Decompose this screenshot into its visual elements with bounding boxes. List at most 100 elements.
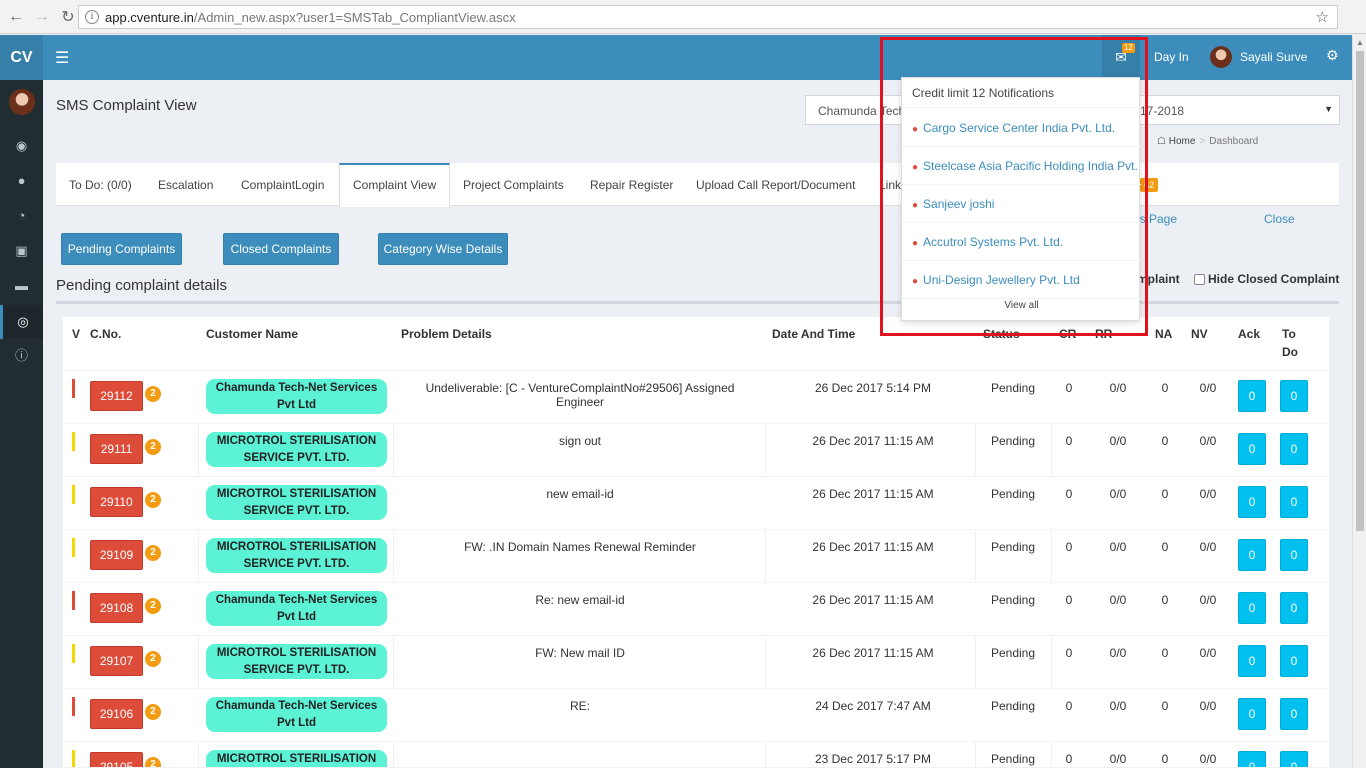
close-link[interactable]: Close [1264, 212, 1295, 226]
tab-repair-register[interactable]: Repair Register [577, 163, 686, 206]
category-wise-details-button[interactable]: Category Wise Details [378, 233, 508, 265]
notification-item[interactable]: ● Accutrol Systems Pvt. Ltd. [902, 223, 1141, 261]
ack-button[interactable]: 0 [1238, 645, 1266, 677]
complaint-number-button[interactable]: 29107 [90, 646, 143, 676]
notification-item[interactable]: ● Uni-Design Jewellery Pvt. Ltd [902, 261, 1141, 299]
ack-button[interactable]: 0 [1238, 380, 1266, 412]
address-bar[interactable]: i app.cventure.in/Admin_new.aspx?user1=S… [78, 5, 1338, 29]
view-all-link[interactable]: View all [902, 300, 1141, 311]
cr-value: 0 [1065, 646, 1073, 660]
todo-button[interactable]: 0 [1280, 698, 1308, 730]
support-icon[interactable]: ◎ [0, 305, 43, 339]
bookmark-star-icon[interactable]: ☆ [1316, 8, 1329, 26]
notification-button[interactable]: ✉ 12 [1102, 35, 1140, 80]
table-row: 29107 2 MICROTROL STERILISATION SERVICE PV… [63, 635, 1329, 688]
na-value: 0 [1161, 593, 1169, 607]
url-path: /Admin_new.aspx?user1=SMSTab_CompliantVi… [193, 9, 516, 25]
todo-button[interactable]: 0 [1280, 645, 1308, 677]
gears-icon[interactable]: ⚙ [1326, 47, 1339, 64]
status-text: Pending [990, 593, 1036, 607]
table-row: 29109 2 MICROTROL STERILISATION SERVICE PV… [63, 529, 1329, 582]
page-link[interactable]: ls Page [1137, 212, 1177, 226]
table-row: 29106 2 Chamunda Tech-Net Services Pvt Ltd… [63, 688, 1329, 741]
card-icon[interactable]: ▬ [0, 276, 43, 296]
col-date: Date And Time [772, 327, 856, 341]
breadcrumb-home[interactable]: Home [1169, 136, 1196, 147]
pie-chart-icon[interactable]: ◔ [0, 206, 43, 226]
complaint-number-button[interactable]: 29105 [90, 752, 143, 767]
status-text: Pending [990, 381, 1036, 395]
reload-icon[interactable]: ↻ [58, 7, 78, 27]
menu-toggle-icon[interactable]: ☰ [55, 48, 69, 68]
customer-name-badge[interactable]: Chamunda Tech-Net Services Pvt Ltd [206, 591, 387, 626]
user-avatar[interactable] [1210, 46, 1232, 68]
nv-value: 0/0 [1199, 646, 1217, 660]
todo-button[interactable]: 0 [1280, 433, 1308, 465]
dashboard-icon[interactable]: ◉ [0, 136, 43, 156]
scroll-up-icon[interactable]: ▲ [1356, 38, 1364, 47]
todo-button[interactable]: 0 [1280, 486, 1308, 518]
col-ack: Ack [1238, 327, 1261, 341]
ack-button[interactable]: 0 [1238, 751, 1266, 767]
back-icon[interactable]: ← [6, 7, 26, 27]
rr-value: 0/0 [1109, 593, 1127, 607]
closed-complaints-button[interactable]: Closed Complaints [223, 233, 339, 265]
col-cno: C.No. [90, 327, 122, 341]
complaint-number-button[interactable]: 29112 [90, 381, 143, 411]
notification-label: Steelcase Asia Pacific Holding India Pvt… [923, 159, 1141, 173]
complaint-number-button[interactable]: 29108 [90, 593, 143, 623]
hide-closed-complaint[interactable]: Hide Closed Complaint [1194, 272, 1339, 286]
ack-button[interactable]: 0 [1238, 698, 1266, 730]
user-name[interactable]: Sayali Surve [1240, 50, 1307, 64]
count-badge: 2 [145, 757, 161, 767]
forward-icon[interactable]: → [32, 7, 52, 27]
complaint-number-button[interactable]: 29111 [90, 434, 143, 464]
notifications-header: Credit limit 12 Notifications [902, 78, 1141, 108]
tab-todo[interactable]: To Do: (0/0) [56, 163, 145, 206]
info-icon[interactable]: i [85, 10, 99, 24]
customer-name-badge[interactable]: MICROTROL STERILISATION [206, 750, 387, 767]
ack-button[interactable]: 0 [1238, 433, 1266, 465]
customer-name-badge[interactable]: MICROTROL STERILISATION SERVICE PVT. LTD… [206, 644, 387, 679]
rr-value: 0/0 [1109, 752, 1127, 766]
app-logo[interactable]: CV [0, 35, 43, 80]
todo-button[interactable]: 0 [1280, 380, 1308, 412]
pending-complaints-button[interactable]: Pending Complaints [61, 233, 182, 265]
complaint-number-button[interactable]: 29109 [90, 540, 143, 570]
page-scrollbar[interactable]: ▲ [1352, 35, 1366, 768]
customer-name-badge[interactable]: MICROTROL STERILISATION SERVICE PVT. LTD… [206, 485, 387, 520]
notification-item[interactable]: ● Sanjeev joshi [902, 185, 1141, 223]
customer-name-badge[interactable]: Chamunda Tech-Net Services Pvt Ltd [206, 379, 387, 414]
todo-button[interactable]: 0 [1280, 539, 1308, 571]
tab-project-complaints[interactable]: Project Complaints [450, 163, 577, 206]
todo-button[interactable]: 0 [1280, 751, 1308, 767]
tab-upload-call-report[interactable]: Upload Call Report/Document [683, 163, 868, 206]
scroll-thumb[interactable] [1356, 51, 1364, 531]
customer-name-badge[interactable]: Chamunda Tech-Net Services Pvt Ltd [206, 697, 387, 732]
info-circle-icon[interactable]: ⓘ [0, 346, 43, 366]
tab-complaint-login[interactable]: ComplaintLogin [228, 163, 337, 206]
todo-button[interactable]: 0 [1280, 592, 1308, 624]
user-icon[interactable]: ● [0, 171, 43, 191]
ack-button[interactable]: 0 [1238, 592, 1266, 624]
status-text: Pending [990, 699, 1036, 713]
day-in-link[interactable]: Day In [1154, 50, 1189, 64]
notification-item[interactable]: ● Cargo Service Center India Pvt. Ltd. [902, 109, 1141, 147]
complaint-number-button[interactable]: 29110 [90, 487, 143, 517]
tab-badge: 62 [1140, 178, 1159, 192]
complaint-number-button[interactable]: 29106 [90, 699, 143, 729]
user-icon: ● [912, 238, 919, 249]
hide-closed-checkbox[interactable] [1194, 273, 1205, 285]
ack-button[interactable]: 0 [1238, 486, 1266, 518]
ack-button[interactable]: 0 [1238, 539, 1266, 571]
priority-flag [72, 697, 75, 716]
notification-item[interactable]: ● Steelcase Asia Pacific Holding India Pv… [902, 147, 1141, 185]
customer-name-badge[interactable]: MICROTROL STERILISATION SERVICE PVT. LTD… [206, 432, 387, 467]
rr-value: 0/0 [1109, 487, 1127, 501]
tab-escalation[interactable]: Escalation [145, 163, 226, 206]
tab-complaint-view[interactable]: Complaint View [339, 163, 451, 207]
customer-name-badge[interactable]: MICROTROL STERILISATION SERVICE PVT. LTD… [206, 538, 387, 573]
cart-icon[interactable]: ▣ [0, 241, 43, 261]
home-icon: ☖ [1157, 136, 1166, 147]
hide-closed-label: Hide Closed Complaint [1208, 272, 1340, 286]
